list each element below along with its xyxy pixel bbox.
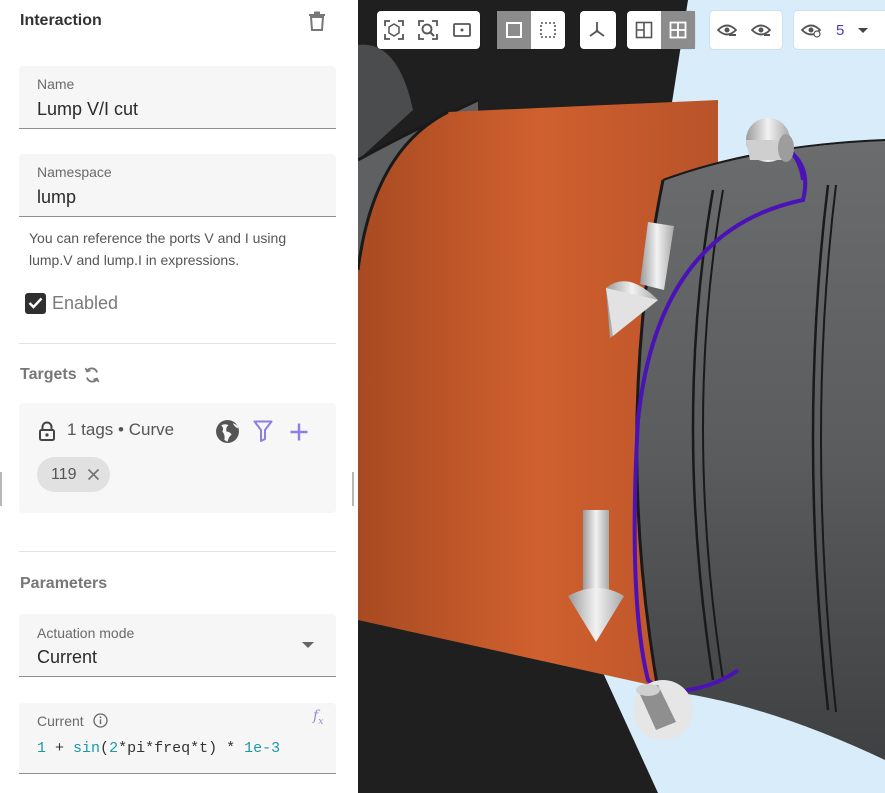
- divider: [19, 343, 336, 344]
- split-view-icon: [635, 21, 653, 39]
- expr-token: 2: [109, 740, 119, 757]
- name-field-label: Name: [37, 76, 75, 92]
- solid-view-button[interactable]: [497, 11, 531, 49]
- view-toolbar: [377, 11, 480, 49]
- expr-token: sin: [73, 740, 101, 757]
- current-expression-value[interactable]: 1 + sin(2*pi*freq*t) * 1e-3: [37, 740, 280, 757]
- actuation-mode-label: Actuation mode: [37, 625, 135, 641]
- enabled-checkbox[interactable]: Enabled: [25, 291, 118, 315]
- enabled-label: Enabled: [52, 292, 119, 313]
- hide-button[interactable]: [710, 11, 744, 49]
- 3d-scene[interactable]: [358, 0, 885, 793]
- name-field[interactable]: Name Lump V/I cut: [19, 66, 336, 129]
- 3d-viewport[interactable]: 5: [358, 0, 885, 793]
- divider: [19, 551, 336, 552]
- info-icon[interactable]: [93, 713, 108, 728]
- function-icon[interactable]: fx: [313, 708, 323, 727]
- chip-label: 119: [51, 465, 77, 483]
- axes-toolbar: [580, 11, 616, 49]
- namespace-help-text: You can reference the ports V and I usin…: [29, 227, 329, 271]
- layout-toolbar: [627, 11, 695, 49]
- filter-icon[interactable]: [253, 420, 273, 442]
- show-button[interactable]: [744, 11, 778, 49]
- chevron-down-icon[interactable]: [858, 27, 869, 33]
- help-line-2: lump.V and lump.I in expressions.: [29, 252, 240, 268]
- expr-token: *pi*freq*t) *: [118, 740, 245, 757]
- grid-view-button[interactable]: [661, 11, 695, 49]
- add-target-icon[interactable]: [289, 422, 309, 442]
- current-direction-arrow: [633, 680, 693, 740]
- help-line-1: You can reference the ports V and I usin…: [29, 230, 287, 246]
- targets-title: Targets: [20, 366, 77, 383]
- fit-view-icon: [384, 20, 404, 40]
- visibility-level-button[interactable]: [794, 11, 828, 49]
- visibility-level-select[interactable]: 5: [794, 11, 885, 49]
- resize-handle-left[interactable]: [0, 472, 2, 506]
- actuation-mode-value: Current: [37, 647, 98, 667]
- wire-view-button[interactable]: [531, 11, 565, 49]
- visibility-toolbar: [710, 11, 782, 49]
- zoom-button[interactable]: [411, 11, 445, 49]
- checkbox-checked-icon[interactable]: [25, 292, 46, 314]
- globe-icon[interactable]: [215, 419, 240, 444]
- targets-summary: 1 tags • Curve: [67, 420, 175, 439]
- expr-token: 1e-3: [244, 740, 281, 757]
- grid-view-icon: [669, 21, 687, 39]
- interaction-panel: Interaction Name Lump V/I cut Namespace …: [0, 0, 352, 793]
- axes-button[interactable]: [580, 11, 614, 49]
- chevron-down-icon[interactable]: [302, 642, 314, 648]
- solid-view-icon: [506, 22, 522, 38]
- namespace-field[interactable]: Namespace lump: [19, 154, 336, 217]
- expr-token: +: [46, 740, 74, 757]
- panel-resize-handle[interactable]: [352, 472, 354, 506]
- namespace-field-value: lump: [37, 187, 77, 207]
- sync-icon[interactable]: [83, 366, 101, 384]
- zoom-icon: [418, 20, 438, 40]
- wire-view-icon: [540, 22, 556, 38]
- current-label: Current: [37, 713, 84, 729]
- trash-icon[interactable]: [308, 11, 326, 31]
- visibility-level-value: 5: [836, 21, 845, 39]
- frame-icon: [453, 23, 471, 37]
- visibility-level-icon: [801, 24, 821, 38]
- panel-title: Interaction: [20, 12, 102, 29]
- hide-icon: [717, 24, 737, 36]
- target-chip[interactable]: 119: [37, 457, 110, 492]
- axes-icon: [589, 22, 605, 37]
- actuation-mode-select[interactable]: Actuation mode Current: [19, 614, 336, 677]
- expr-token: (: [100, 740, 110, 757]
- namespace-field-label: Namespace: [37, 164, 112, 180]
- name-field-value: Lump V/I cut: [37, 99, 139, 119]
- show-icon: [751, 24, 771, 36]
- fit-view-button[interactable]: [377, 11, 411, 49]
- parameters-title: Parameters: [20, 575, 108, 592]
- expr-token: 1: [37, 740, 47, 757]
- close-icon[interactable]: [87, 468, 100, 481]
- split-view-button[interactable]: [627, 11, 661, 49]
- frame-button[interactable]: [445, 11, 479, 49]
- render-mode-toolbar: [497, 11, 565, 49]
- right-cylinder: [636, 140, 885, 760]
- current-expression-field[interactable]: Current: [19, 703, 336, 774]
- lock-icon: [39, 421, 55, 441]
